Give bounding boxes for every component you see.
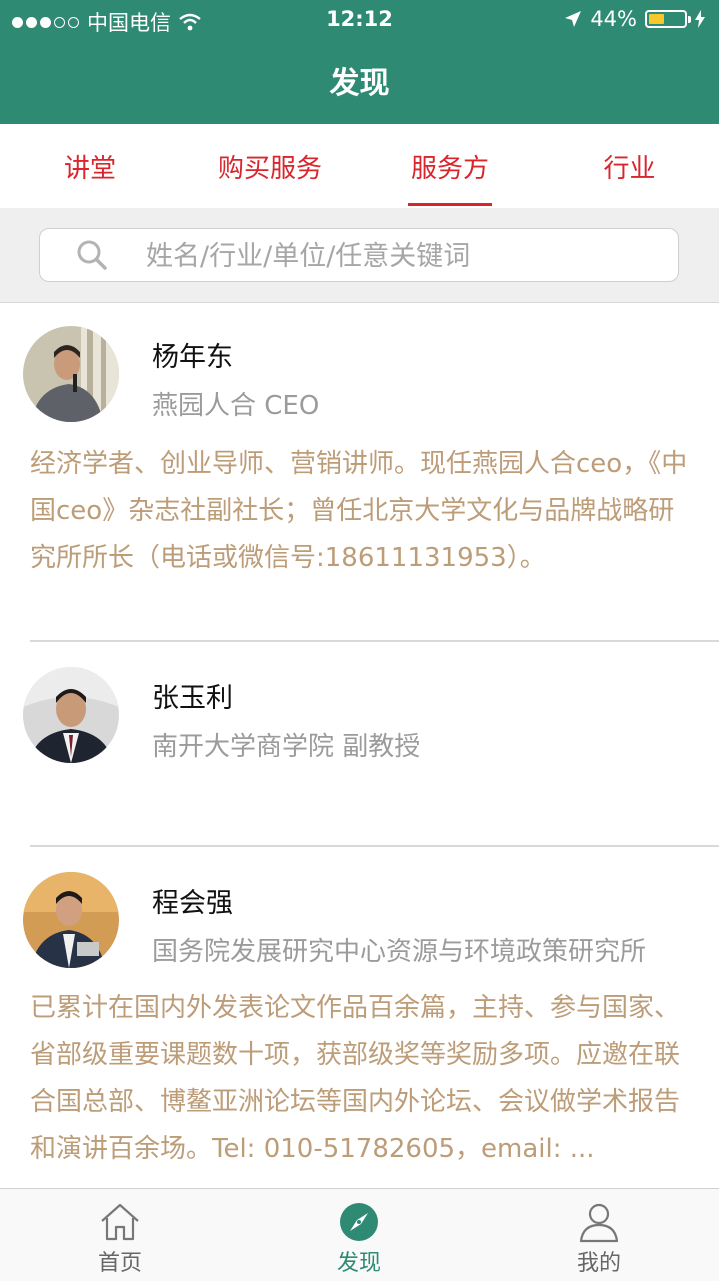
tab-label: 服务方 xyxy=(410,153,489,184)
person-title: 国务院发展研究中心资源与环境政策研究所 xyxy=(152,937,647,967)
tabbar-label: 发现 xyxy=(336,1251,381,1276)
compass-icon xyxy=(340,1203,378,1241)
tab-label: 讲堂 xyxy=(63,153,116,184)
person-name: 张玉利 xyxy=(152,683,233,714)
avatar xyxy=(23,667,119,763)
status-bar: 中国电信 12:12 44% xyxy=(0,0,719,40)
tabbar-home[interactable]: 首页 xyxy=(60,1189,180,1281)
person-title: 南开大学商学院 副教授 xyxy=(152,732,421,762)
search-input[interactable] xyxy=(144,237,648,275)
list-item[interactable]: 杨年东 燕园人合 CEO 经济学者、创业导师、营销讲师。现任燕园人合ceo，《中… xyxy=(0,303,719,642)
tab-buy-service[interactable]: 购买服务 xyxy=(180,124,360,208)
tab-industry[interactable]: 行业 xyxy=(540,124,719,208)
tab-service-provider[interactable]: 服务方 xyxy=(360,124,540,208)
bottom-tab-bar: 首页 发现 我的 xyxy=(0,1188,719,1281)
avatar xyxy=(23,326,119,422)
home-icon xyxy=(101,1203,139,1241)
person-name: 程会强 xyxy=(152,888,233,919)
location-arrow-icon xyxy=(565,11,582,27)
search-box[interactable] xyxy=(39,228,679,282)
list-item[interactable]: 程会强 国务院发展研究中心资源与环境政策研究所 已累计在国内外发表论文作品百余篇… xyxy=(0,847,719,1187)
charging-bolt-icon xyxy=(695,10,705,28)
page-title: 发现 xyxy=(329,66,390,101)
tabbar-label: 我的 xyxy=(576,1251,621,1276)
tabbar-discover[interactable]: 发现 xyxy=(299,1189,419,1281)
tab-label: 购买服务 xyxy=(217,153,322,184)
person-title: 燕园人合 CEO xyxy=(152,391,320,421)
avatar xyxy=(23,872,119,968)
provider-list: 杨年东 燕园人合 CEO 经济学者、创业导师、营销讲师。现任燕园人合ceo，《中… xyxy=(0,303,719,1188)
person-description: 经济学者、创业导师、营销讲师。现任燕园人合ceo，《中国ceo》杂志社副社长；曾… xyxy=(30,449,688,573)
app-header: 中国电信 12:12 44% 发现 xyxy=(0,0,719,124)
person-description: 已累计在国内外发表论文作品百余篇，主持、参与国家、省部级重要课题数十项，获部级奖… xyxy=(30,993,681,1164)
battery-icon xyxy=(645,10,691,28)
tabbar-profile[interactable]: 我的 xyxy=(539,1189,659,1281)
category-tabs: 讲堂 购买服务 服务方 行业 xyxy=(0,124,719,208)
person-icon xyxy=(579,1203,619,1243)
active-tab-indicator xyxy=(408,203,492,206)
tabbar-label: 首页 xyxy=(97,1251,142,1276)
tab-label: 行业 xyxy=(603,153,656,184)
search-bar-area xyxy=(0,208,719,303)
tab-lecture[interactable]: 讲堂 xyxy=(0,124,180,208)
battery-percent: 44% xyxy=(590,7,637,31)
search-icon xyxy=(77,240,107,270)
list-item[interactable]: 张玉利 南开大学商学院 副教授 xyxy=(0,642,719,847)
person-name: 杨年东 xyxy=(152,342,233,373)
